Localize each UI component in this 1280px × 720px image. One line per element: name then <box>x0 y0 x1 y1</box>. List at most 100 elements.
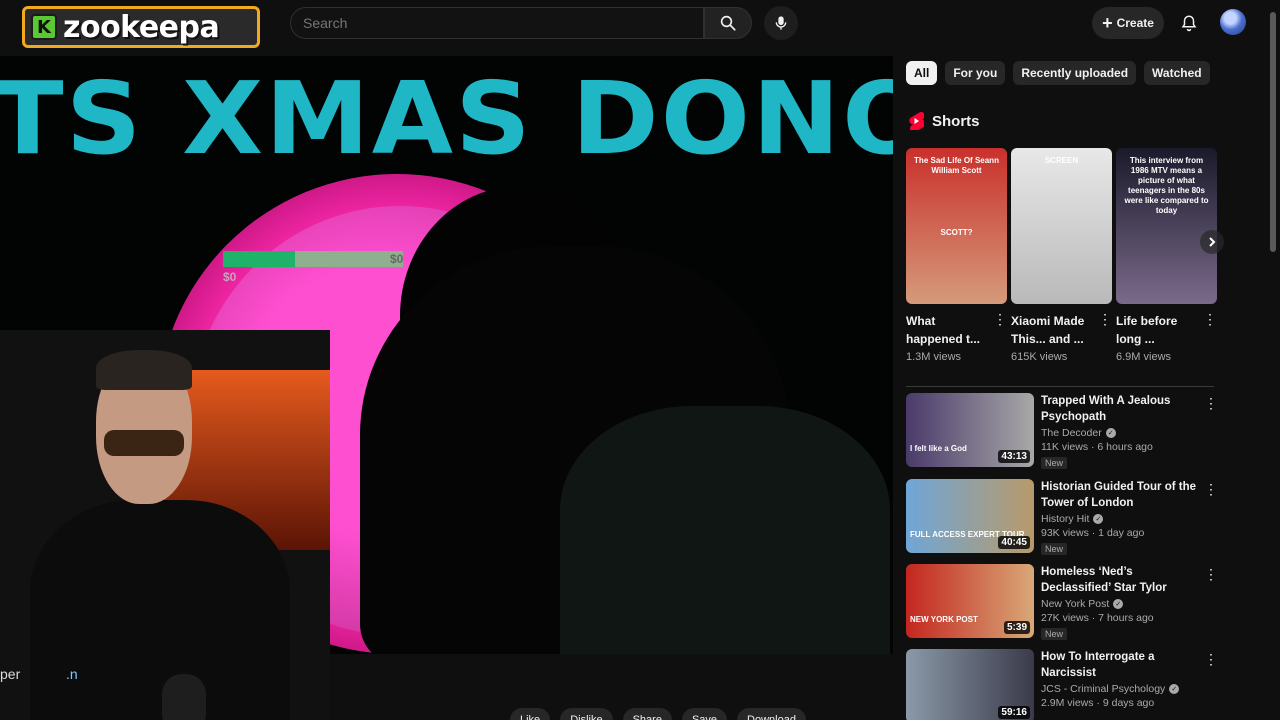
chip-all[interactable]: All <box>906 61 938 85</box>
channel-name[interactable]: History Hit <box>1041 513 1089 525</box>
like-button[interactable]: Like <box>510 708 551 720</box>
video-thumb-text: NEW YORK POST <box>910 615 978 624</box>
video-duration: 43:13 <box>998 450 1030 463</box>
video-list-item[interactable]: FULL ACCESS EXPERT TOUR 40:45 Historian Gu… <box>906 479 1218 557</box>
webcam-person-hair <box>96 350 192 390</box>
top-bar: K zookeepa + Create <box>0 0 1280 48</box>
video-views: 11K views · 6 hours ago <box>1041 441 1153 453</box>
short-thumb-text: The Sad Life Of Seann William Scott <box>914 156 999 175</box>
more-vertical-icon[interactable]: ⋮ <box>1203 312 1217 363</box>
video-title[interactable]: Historian Guided Tour of the Tower of Lo… <box>1041 479 1201 511</box>
short-card[interactable]: SCREEN Xiaomi Made This... and ... 615K vi… <box>1011 148 1112 363</box>
channel-name[interactable]: New York Post <box>1041 598 1109 610</box>
more-vertical-icon[interactable]: ⋮ <box>1098 312 1112 363</box>
video-thumbnail[interactable]: 59:16 <box>906 649 1034 720</box>
video-thumbnail[interactable]: NEW YORK POST 5:39 <box>906 564 1034 638</box>
video-list-item[interactable]: NEW YORK POST 5:39 Homeless ‘Ned’s Declass… <box>906 564 1218 642</box>
video-duration: 59:16 <box>998 706 1030 719</box>
short-card[interactable]: The Sad Life Of Seann William Scott SCOTT… <box>906 148 1007 363</box>
short-views: 615K views <box>1011 351 1068 363</box>
account-avatar[interactable] <box>1220 9 1246 35</box>
short-thumb-text: SCREEN <box>1044 156 1079 165</box>
shorts-icon <box>909 112 924 130</box>
chevron-right-icon <box>1209 237 1216 247</box>
more-vertical-icon[interactable]: ⋮ <box>1204 395 1218 412</box>
short-thumb-caption: SCOTT? <box>940 228 973 237</box>
logo-text: zookeepa <box>63 9 220 45</box>
more-vertical-icon[interactable]: ⋮ <box>1204 651 1218 668</box>
short-title[interactable]: Xiaomi Made This... and ... <box>1011 312 1095 348</box>
channel-text-suffix: .n <box>66 666 78 682</box>
video-silhouette-shoulder <box>560 406 890 654</box>
short-thumbnail[interactable]: SCREEN <box>1011 148 1112 304</box>
chip-recently-uploaded[interactable]: Recently uploaded <box>1013 61 1137 85</box>
channel-name[interactable]: JCS - Criminal Psychology <box>1041 683 1165 695</box>
video-thumbnail[interactable]: FULL ACCESS EXPERT TOUR 40:45 <box>906 479 1034 553</box>
video-list-item[interactable]: I felt like a God 43:13 Trapped With A Jea… <box>906 393 1218 471</box>
short-thumb-text: This interview from 1986 MTV means a pic… <box>1124 156 1209 215</box>
short-thumbnail[interactable]: The Sad Life Of Seann William Scott SCOTT… <box>906 148 1007 304</box>
chip-watched[interactable]: Watched <box>1144 61 1210 85</box>
webcam-person-sunglasses <box>104 430 184 456</box>
video-channel[interactable]: History Hit ✓ <box>1041 513 1201 525</box>
video-duration: 5:39 <box>1003 621 1030 634</box>
search-input[interactable] <box>291 8 703 38</box>
save-button[interactable]: Save <box>681 708 728 720</box>
bell-icon <box>1181 15 1197 32</box>
share-button[interactable]: Share <box>622 708 672 720</box>
video-channel[interactable]: The Decoder ✓ <box>1041 427 1201 439</box>
webcam-microphone <box>162 674 206 720</box>
shorts-next-button[interactable] <box>1200 230 1224 254</box>
video-channel[interactable]: JCS - Criminal Psychology ✓ <box>1041 683 1201 695</box>
short-title[interactable]: Life before long ... <box>1116 312 1200 348</box>
short-title[interactable]: What happened t... <box>906 312 990 348</box>
verified-icon: ✓ <box>1113 599 1124 609</box>
channel-text: per <box>0 666 21 682</box>
download-button[interactable]: Download <box>737 708 806 720</box>
page-scrollbar[interactable] <box>1270 12 1276 252</box>
video-overlay-title: TS XMAS DONOS <box>0 60 893 177</box>
video-channel[interactable]: New York Post ✓ <box>1041 598 1201 610</box>
logo-k-icon: K <box>31 14 57 40</box>
logo[interactable]: K zookeepa <box>22 6 260 48</box>
verified-icon: ✓ <box>1093 514 1104 524</box>
notifications-button[interactable] <box>1176 10 1202 36</box>
video-thumbnail[interactable]: I felt like a God 43:13 <box>906 393 1034 467</box>
new-badge: New <box>1041 628 1068 640</box>
video-title[interactable]: Trapped With A Jealous Psychopath <box>1041 393 1201 425</box>
shorts-row: The Sad Life Of Seann William Scott SCOTT… <box>906 148 1217 363</box>
video-views: 2.9M views · 9 days ago <box>1041 697 1155 709</box>
video-title[interactable]: Homeless ‘Ned’s Declassified’ Star Tylor… <box>1041 564 1201 596</box>
video-title[interactable]: How To Interrogate a Narcissist <box>1041 649 1201 681</box>
shorts-divider <box>906 386 1214 387</box>
more-vertical-icon[interactable]: ⋮ <box>1204 566 1218 583</box>
new-badge: New <box>1041 457 1068 469</box>
search-icon <box>720 15 736 31</box>
donation-progress-fill <box>223 251 295 267</box>
donation-progress-bar <box>223 251 403 267</box>
video-action-row: Like Dislike Share Save Download <box>510 708 890 720</box>
video-views: 93K views · 1 day ago <box>1041 527 1145 539</box>
dislike-button[interactable]: Dislike <box>560 708 613 720</box>
mic-icon <box>775 16 787 30</box>
webcam-person-body <box>30 500 290 720</box>
short-views: 6.9M views <box>1116 351 1172 363</box>
verified-icon: ✓ <box>1169 684 1180 694</box>
create-button[interactable]: + Create <box>1092 7 1164 39</box>
video-list-item[interactable]: 59:16 How To Interrogate a Narcissist JCS … <box>906 649 1218 720</box>
more-vertical-icon[interactable]: ⋮ <box>993 312 1007 363</box>
search-button[interactable] <box>704 7 752 39</box>
video-views: 27K views · 7 hours ago <box>1041 612 1154 624</box>
webcam-overlay <box>0 330 330 720</box>
chip-for-you[interactable]: For you <box>945 61 1006 85</box>
voice-search-button[interactable] <box>764 6 798 40</box>
video-thumb-text: I felt like a God <box>910 444 967 453</box>
search-box[interactable] <box>290 7 704 39</box>
create-label: Create <box>1116 16 1154 30</box>
video-duration: 40:45 <box>998 536 1030 549</box>
more-vertical-icon[interactable]: ⋮ <box>1204 481 1218 498</box>
shorts-title: Shorts <box>932 112 980 130</box>
channel-name[interactable]: The Decoder <box>1041 427 1102 439</box>
short-card[interactable]: This interview from 1986 MTV means a pic… <box>1116 148 1217 363</box>
short-thumbnail[interactable]: This interview from 1986 MTV means a pic… <box>1116 148 1217 304</box>
